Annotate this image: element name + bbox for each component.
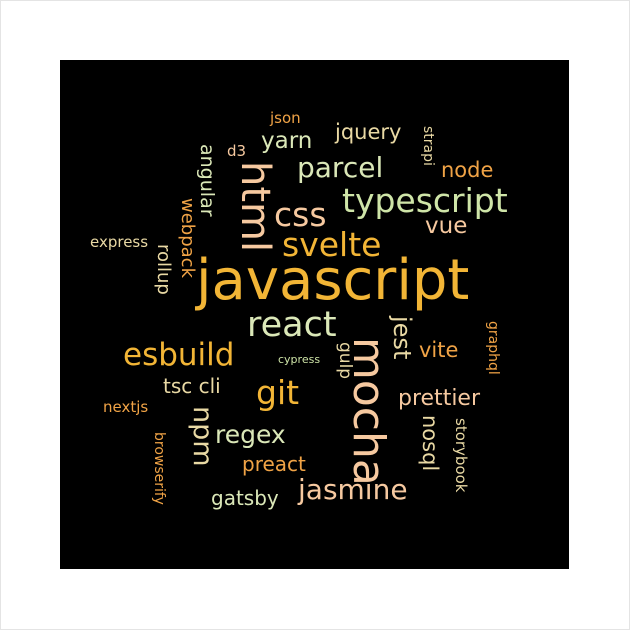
word-jquery: jquery [335,120,402,144]
word-browserify: browserify [151,432,167,505]
word-json: json [270,109,301,127]
word-preact: preact [242,452,306,476]
word-angular: angular [196,144,218,217]
word-regex: regex [215,420,286,449]
poster-frame: javascript typescript svelte react esbui… [0,0,630,630]
word-prettier: prettier [398,386,481,411]
word-esbuild: esbuild [123,337,235,373]
word-gatsby: gatsby [211,486,279,510]
word-react: react [247,305,337,345]
word-jest: jest [388,316,416,360]
word-gulp: gulp [335,342,355,380]
word-tsc-cli: tsc cli [163,374,221,398]
word-strapi: strapi [420,126,436,166]
word-webpack: webpack [177,198,198,278]
word-npm: npm [187,406,218,467]
word-vue: vue [425,213,468,239]
word-nextjs: nextjs [103,398,149,416]
word-d3: d3 [227,142,247,160]
word-git: git [256,373,300,412]
word-html: html [232,161,278,253]
word-express: express [90,233,149,251]
word-css: css [274,195,327,234]
word-nosql: nosql [418,415,442,472]
word-yarn: yarn [261,128,313,154]
word-vite: vite [419,338,459,362]
word-parcel: parcel [297,151,384,184]
word-storybook: storybook [452,418,470,493]
word-rollup: rollup [153,244,174,295]
word-node: node [441,158,494,182]
word-cypress: cypress [278,353,321,366]
word-cloud: javascript typescript svelte react esbui… [60,60,569,569]
word-graphql: graphql [485,321,501,375]
